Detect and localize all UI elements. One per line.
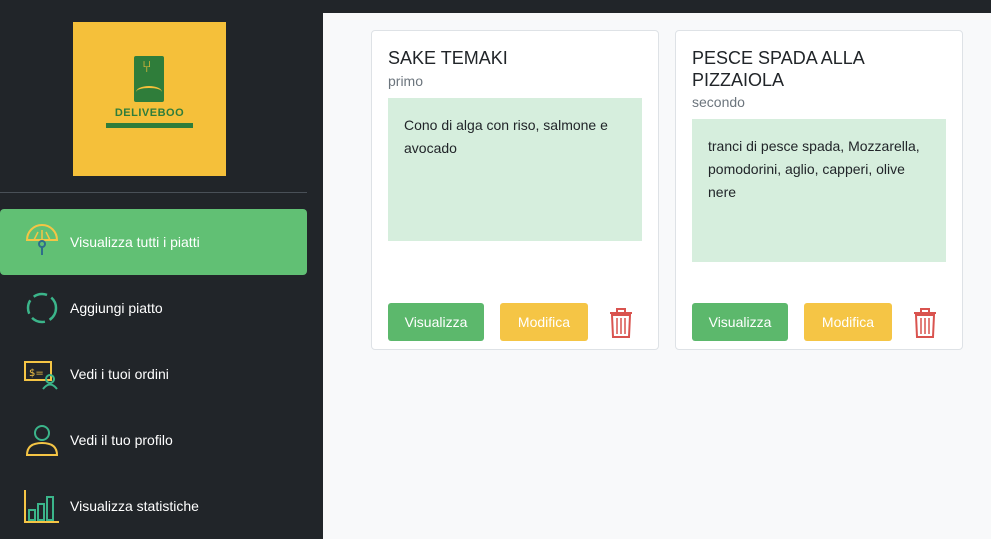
deliveboo-logo[interactable]: ⑂ DELIVEBOO (73, 22, 226, 176)
dish-name: SAKE TEMAKI (388, 48, 508, 68)
bar-chart-icon (24, 488, 60, 524)
dish-course: secondo (692, 94, 745, 110)
sidebar-item-all-dishes[interactable]: Visualizza tutti i piatti (0, 209, 307, 275)
edit-dish-button[interactable]: Modifica (500, 303, 588, 341)
view-dish-button[interactable]: Visualizza (692, 303, 788, 341)
dish-description: Cono di alga con riso, salmone e avocado (388, 98, 642, 241)
delete-trash-icon[interactable] (912, 307, 938, 339)
dish-name: PESCE SPADA ALLA PIZZAIOLA (692, 48, 864, 90)
sidebar-item-orders[interactable]: $= Vedi i tuoi ordini (0, 341, 307, 407)
sidebar-divider (0, 192, 307, 193)
sidebar-item-label: Aggiungi piatto (70, 300, 163, 316)
top-bar (323, 0, 991, 13)
dish-card: SAKE TEMAKI primo Cono di alga con riso,… (371, 30, 659, 350)
logo-emblem-icon: ⑂ (134, 56, 164, 102)
edit-dish-button[interactable]: Modifica (804, 303, 892, 341)
dish-card: PESCE SPADA ALLA PIZZAIOLA secondo tranc… (675, 30, 963, 350)
user-profile-icon (24, 422, 60, 458)
svg-text:$=: $= (29, 368, 44, 379)
logo-underline (106, 123, 193, 128)
dish-description: tranci di pesce spada, Mozzarella, pomod… (692, 119, 946, 262)
sidebar-item-profile[interactable]: Vedi il tuo profilo (0, 407, 307, 473)
sidebar-item-add-dish[interactable]: Aggiungi piatto (0, 275, 307, 341)
sidebar-item-statistics[interactable]: Visualizza statistiche (0, 473, 307, 539)
delete-trash-icon[interactable] (608, 307, 634, 339)
sidebar-item-label: Vedi il tuo profilo (70, 432, 173, 448)
sidebar-item-label: Visualizza tutti i piatti (70, 234, 200, 250)
menu-plate-icon (24, 224, 60, 260)
orders-money-icon: $= (24, 356, 60, 392)
sidebar-item-label: Visualizza statistiche (70, 498, 199, 514)
sidebar-item-label: Vedi i tuoi ordini (70, 366, 169, 382)
view-dish-button[interactable]: Visualizza (388, 303, 484, 341)
dish-course: primo (388, 73, 424, 89)
sidebar: ⑂ DELIVEBOO Visualizza tutti i piatti Ag… (0, 0, 323, 539)
circle-loading-icon (24, 290, 60, 326)
logo-brand-text: DELIVEBOO (114, 107, 185, 119)
